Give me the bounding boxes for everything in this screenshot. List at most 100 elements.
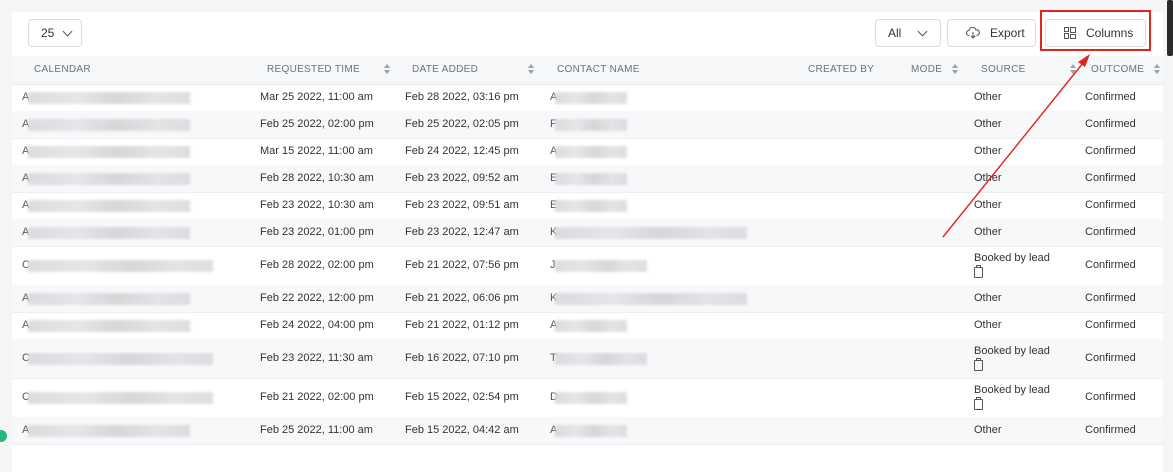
redacted-calendar-name bbox=[28, 293, 190, 305]
sort-icon[interactable] bbox=[1154, 64, 1160, 76]
requested-time-cell: Feb 23 2022, 01:00 pm bbox=[260, 226, 374, 238]
requested-time-cell: Feb 22 2022, 12:00 pm bbox=[260, 292, 374, 304]
sort-icon[interactable] bbox=[528, 64, 534, 76]
column-header-contact-name[interactable]: CONTACT NAME bbox=[557, 56, 640, 84]
clipboard-icon bbox=[974, 265, 983, 278]
outcome-cell: Confirmed bbox=[1085, 91, 1136, 103]
table-row[interactable]: C Feb 21 2022, 02:00 pm Feb 15 2022, 02:54… bbox=[12, 378, 1163, 418]
date-added-cell: Feb 21 2022, 01:12 pm bbox=[405, 319, 519, 331]
redacted-contact-name bbox=[555, 146, 627, 158]
requested-time-cell: Feb 24 2022, 04:00 pm bbox=[260, 319, 374, 331]
redacted-contact-name bbox=[555, 392, 627, 404]
outcome-cell: Confirmed bbox=[1085, 391, 1136, 403]
requested-time-cell: Mar 25 2022, 11:00 am bbox=[260, 91, 373, 103]
table-row[interactable]: A Mar 15 2022, 11:00 am Feb 24 2022, 12:45… bbox=[12, 138, 1163, 166]
requested-time-cell: Feb 25 2022, 02:00 pm bbox=[260, 118, 374, 130]
date-added-cell: Feb 28 2022, 03:16 pm bbox=[405, 91, 519, 103]
date-added-cell: Feb 25 2022, 02:05 pm bbox=[405, 118, 519, 130]
redacted-contact-name bbox=[555, 92, 627, 104]
outcome-cell: Confirmed bbox=[1085, 424, 1136, 436]
outcome-cell: Confirmed bbox=[1085, 319, 1136, 331]
outcome-cell: Confirmed bbox=[1085, 118, 1136, 130]
date-added-cell: Feb 23 2022, 12:47 am bbox=[405, 226, 519, 238]
redacted-calendar-name bbox=[28, 200, 190, 212]
redacted-contact-name bbox=[555, 200, 627, 212]
appointments-card: 25 All Export Columns CALENDAR REQUESTED… bbox=[12, 10, 1163, 472]
source-label: Booked by lead bbox=[974, 252, 1050, 264]
source-cell: Other bbox=[974, 91, 1002, 103]
outcome-cell: Confirmed bbox=[1085, 292, 1136, 304]
table-row[interactable]: A Feb 28 2022, 10:30 am Feb 23 2022, 09:52… bbox=[12, 165, 1163, 193]
date-added-cell: Feb 23 2022, 09:52 am bbox=[405, 172, 519, 184]
column-header-requested-time[interactable]: REQUESTED TIME bbox=[267, 56, 360, 84]
clipboard-icon bbox=[974, 358, 983, 371]
scrollbar[interactable] bbox=[1167, 0, 1173, 56]
table-row[interactable]: C Feb 23 2022, 11:30 am Feb 16 2022, 07:10… bbox=[12, 339, 1163, 379]
chevron-down-icon bbox=[62, 26, 73, 36]
cloud-download-icon bbox=[966, 27, 980, 39]
source-cell: Other bbox=[974, 424, 1002, 436]
source-cell: Other bbox=[974, 319, 1002, 331]
sort-icon[interactable] bbox=[952, 64, 958, 76]
redacted-calendar-name bbox=[28, 92, 190, 104]
redacted-calendar-name bbox=[28, 146, 190, 158]
requested-time-cell: Feb 23 2022, 11:30 am bbox=[260, 352, 373, 364]
outcome-cell: Confirmed bbox=[1085, 172, 1136, 184]
redacted-calendar-name bbox=[28, 392, 213, 404]
date-added-cell: Feb 24 2022, 12:45 pm bbox=[405, 145, 519, 157]
date-added-cell: Feb 21 2022, 06:06 pm bbox=[405, 292, 519, 304]
requested-time-cell: Feb 21 2022, 02:00 pm bbox=[260, 391, 374, 403]
table-header: CALENDAR REQUESTED TIME DATE ADDED CONTA… bbox=[12, 56, 1163, 85]
outcome-cell: Confirmed bbox=[1085, 199, 1136, 211]
column-header-mode[interactable]: MODE bbox=[911, 56, 942, 84]
requested-time-cell: Feb 28 2022, 10:30 am bbox=[260, 172, 374, 184]
table-toolbar: 25 All Export Columns bbox=[12, 10, 1163, 56]
column-header-calendar[interactable]: CALENDAR bbox=[34, 56, 91, 84]
column-header-created-by[interactable]: CREATED BY bbox=[808, 56, 874, 84]
redacted-calendar-name bbox=[28, 119, 190, 131]
source-cell: Other bbox=[974, 118, 1002, 130]
table-row[interactable]: A Feb 25 2022, 11:00 am Feb 15 2022, 04:42… bbox=[12, 417, 1163, 445]
source-cell: Other bbox=[974, 145, 1002, 157]
sort-icon[interactable] bbox=[1070, 64, 1076, 76]
table-row[interactable]: A Feb 25 2022, 02:00 pm Feb 25 2022, 02:05… bbox=[12, 111, 1163, 139]
highlight-box bbox=[1040, 10, 1151, 51]
outcome-cell: Confirmed bbox=[1085, 259, 1136, 271]
clipboard-icon bbox=[974, 397, 983, 410]
date-added-cell: Feb 15 2022, 02:54 pm bbox=[405, 391, 519, 403]
column-header-outcome[interactable]: OUTCOME bbox=[1091, 56, 1144, 84]
chevron-down-icon bbox=[917, 26, 928, 36]
page-size-select[interactable]: 25 bbox=[28, 19, 82, 47]
redacted-contact-name bbox=[555, 173, 627, 185]
redacted-calendar-name bbox=[28, 227, 190, 239]
source-label: Booked by lead bbox=[974, 345, 1050, 357]
column-header-source[interactable]: SOURCE bbox=[981, 56, 1026, 84]
source-cell: Other bbox=[974, 199, 1002, 211]
source-cell: Booked by lead bbox=[974, 384, 1050, 413]
table-row[interactable]: A Mar 25 2022, 11:00 am Feb 28 2022, 03:16… bbox=[12, 84, 1163, 112]
outcome-cell: Confirmed bbox=[1085, 352, 1136, 364]
redacted-contact-name bbox=[555, 320, 627, 332]
table-row[interactable]: A Feb 24 2022, 04:00 pm Feb 21 2022, 01:12… bbox=[12, 312, 1163, 340]
sort-icon[interactable] bbox=[384, 64, 390, 76]
export-button[interactable]: Export bbox=[947, 19, 1036, 47]
filter-select[interactable]: All bbox=[875, 19, 941, 47]
column-header-date-added[interactable]: DATE ADDED bbox=[412, 56, 478, 84]
requested-time-cell: Feb 25 2022, 11:00 am bbox=[260, 424, 373, 436]
table-row[interactable]: A Feb 23 2022, 01:00 pm Feb 23 2022, 12:47… bbox=[12, 219, 1163, 247]
source-cell: Other bbox=[974, 172, 1002, 184]
redacted-contact-name bbox=[555, 353, 647, 365]
redacted-calendar-name bbox=[28, 353, 213, 365]
source-label: Booked by lead bbox=[974, 384, 1050, 396]
table-row[interactable]: A Feb 23 2022, 10:30 am Feb 23 2022, 09:51… bbox=[12, 192, 1163, 220]
table-row[interactable]: C Feb 28 2022, 02:00 pm Feb 21 2022, 07:56… bbox=[12, 246, 1163, 286]
redacted-contact-name bbox=[555, 119, 627, 131]
table-row[interactable]: A Feb 22 2022, 12:00 pm Feb 21 2022, 06:06… bbox=[12, 285, 1163, 313]
date-added-cell: Feb 21 2022, 07:56 pm bbox=[405, 259, 519, 271]
date-added-cell: Feb 15 2022, 04:42 am bbox=[405, 424, 519, 436]
redacted-contact-name bbox=[555, 293, 747, 305]
date-added-cell: Feb 23 2022, 09:51 am bbox=[405, 199, 519, 211]
requested-time-cell: Feb 23 2022, 10:30 am bbox=[260, 199, 374, 211]
date-added-cell: Feb 16 2022, 07:10 pm bbox=[405, 352, 519, 364]
status-dot bbox=[0, 430, 7, 442]
